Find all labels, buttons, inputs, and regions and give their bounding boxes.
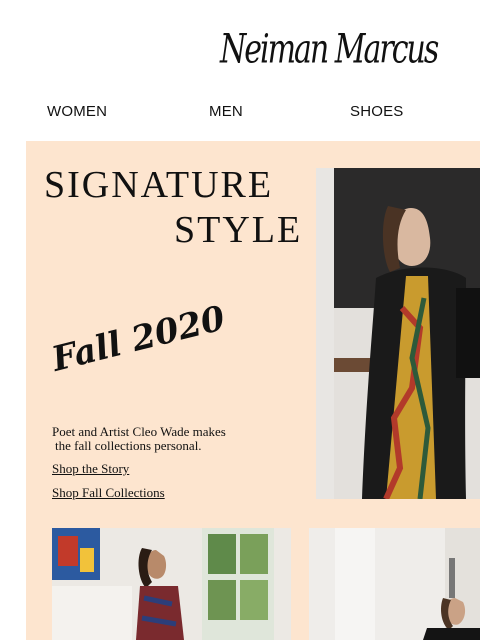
- model-illustration: [316, 168, 480, 499]
- season-script-title: Fall 2020: [48, 298, 230, 380]
- photo-model-living-room[interactable]: [52, 528, 291, 640]
- seated-model-illustration: [309, 528, 480, 640]
- shop-the-story-link[interactable]: Shop the Story: [52, 461, 129, 477]
- hero-banner: SIGNATURE STYLE Fall 2020 Poet and Artis…: [26, 141, 480, 640]
- hero-description-line2: the fall collections personal.: [55, 438, 202, 453]
- photo-model-seated[interactable]: [309, 528, 480, 640]
- shop-fall-collections-link[interactable]: Shop Fall Collections: [52, 485, 165, 501]
- nav-item-shoes[interactable]: SHOES: [350, 103, 404, 120]
- main-nav: WOMEN MEN SHOES: [0, 103, 480, 125]
- hero-photo-model[interactable]: [316, 168, 480, 499]
- neiman-marcus-logo[interactable]: Neiman Marcus: [220, 26, 439, 104]
- nav-item-men[interactable]: MEN: [209, 103, 243, 120]
- nav-item-women[interactable]: WOMEN: [47, 103, 107, 120]
- hero-description-line1: Poet and Artist Cleo Wade makes: [52, 424, 226, 439]
- hero-description: Poet and Artist Cleo Wade makes the fall…: [52, 425, 252, 453]
- hero-title-line2: STYLE: [174, 209, 303, 251]
- header: Neiman Marcus: [0, 18, 480, 88]
- hero-title-line1: SIGNATURE: [44, 164, 274, 206]
- living-room-illustration: [52, 528, 291, 640]
